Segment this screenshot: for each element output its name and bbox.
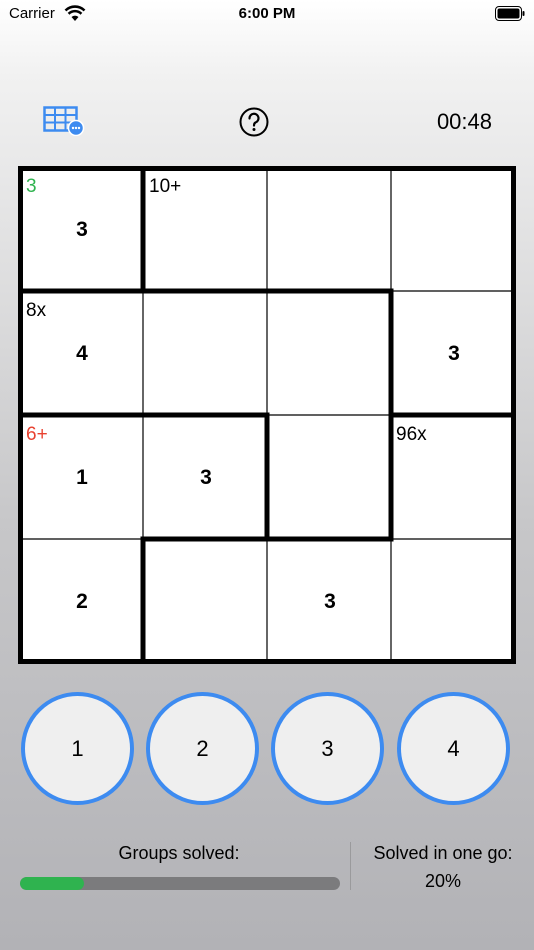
cage-label: 8x [26, 300, 47, 321]
number-button-3[interactable]: 3 [271, 692, 384, 805]
board-cell[interactable]: 3 [393, 342, 515, 366]
timer: 00:48 [436, 109, 492, 134]
cage-label: 6+ [26, 424, 48, 445]
groups-progress-fill [20, 877, 84, 890]
cage-label: 96x [396, 424, 427, 445]
board-cell[interactable]: 3 [269, 590, 391, 614]
number-button-2[interactable]: 2 [146, 692, 259, 805]
number-button-4[interactable]: 4 [397, 692, 510, 805]
cage-label: 10+ [149, 176, 182, 197]
board-cell[interactable]: 3 [145, 466, 267, 490]
cage-label: 3 [26, 176, 37, 197]
groups-solved-label: Groups solved: [118, 843, 240, 863]
grid-menu-icon[interactable] [43, 106, 85, 136]
board-cell[interactable]: 3 [21, 218, 143, 242]
groups-progress-bar [20, 877, 340, 890]
clock: 6:00 PM [238, 5, 296, 22]
battery-icon [495, 6, 525, 21]
number-button-1[interactable]: 1 [21, 692, 134, 805]
puzzle-board: 3 10+ 8x 6+ 96x 3 4 3 1 3 2 3 [18, 166, 516, 664]
solved-one-go-value: 20% [424, 871, 462, 891]
status-bar: Carrier 6:00 PM [0, 0, 534, 30]
board-cell[interactable]: 2 [21, 590, 143, 614]
help-icon[interactable] [238, 106, 270, 138]
solved-one-go-label: Solved in one go: [373, 843, 513, 863]
stats-divider [350, 842, 351, 890]
board-cell[interactable]: 1 [21, 466, 143, 490]
board-cell[interactable]: 4 [21, 342, 143, 366]
